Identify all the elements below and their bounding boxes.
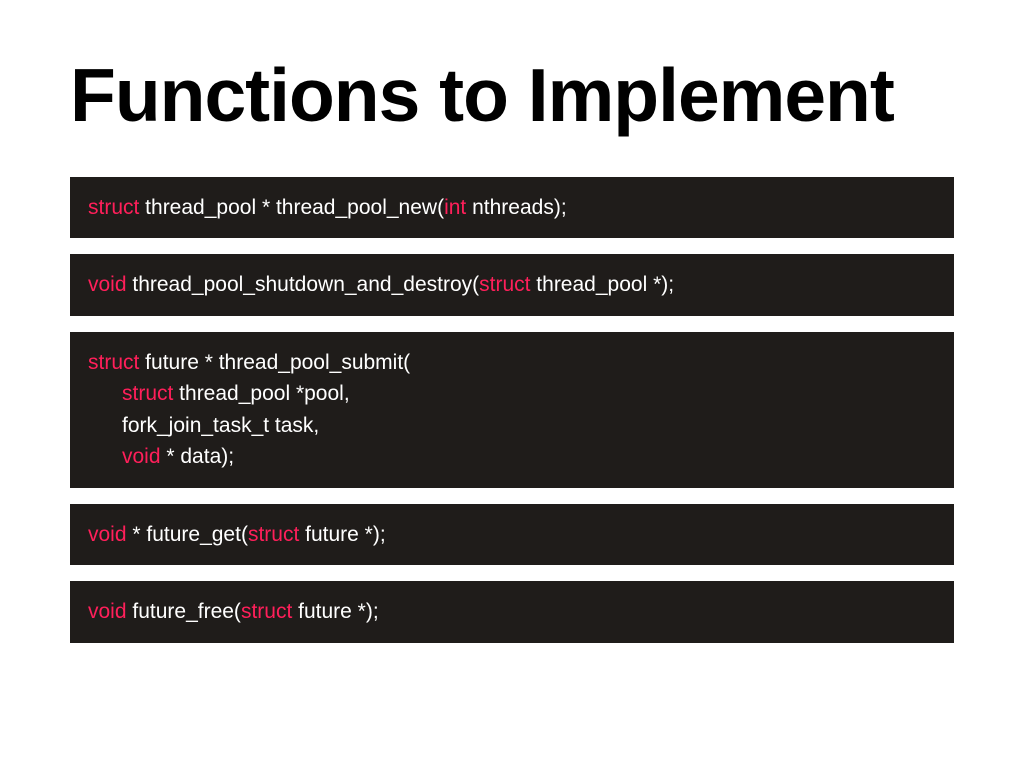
keyword-struct: struct (122, 382, 173, 405)
keyword-int: int (444, 196, 466, 219)
code-box-2: void thread_pool_shutdown_and_destroy(st… (70, 254, 954, 316)
code-text: future_free( (127, 600, 241, 623)
code-line: struct future * thread_pool_submit( (88, 347, 936, 379)
keyword-struct: struct (241, 600, 292, 623)
code-text: future * thread_pool_submit( (139, 351, 410, 374)
keyword-struct: struct (88, 351, 139, 374)
code-text: thread_pool *); (530, 273, 674, 296)
keyword-struct: struct (479, 273, 530, 296)
code-box-3: struct future * thread_pool_submit( stru… (70, 332, 954, 488)
code-box-5: void future_free(struct future *); (70, 581, 954, 643)
keyword-void: void (88, 600, 127, 623)
code-box-4: void * future_get(struct future *); (70, 504, 954, 566)
code-line: void thread_pool_shutdown_and_destroy(st… (88, 269, 936, 301)
code-box-1: struct thread_pool * thread_pool_new(int… (70, 177, 954, 239)
code-text: nthreads); (466, 196, 566, 219)
code-line: fork_join_task_t task, (88, 410, 936, 442)
code-line: struct thread_pool *pool, (88, 378, 936, 410)
keyword-struct: struct (88, 196, 139, 219)
code-text: * data); (161, 445, 235, 468)
code-text: thread_pool *pool, (173, 382, 349, 405)
keyword-struct: struct (248, 523, 299, 546)
code-text: future *); (292, 600, 378, 623)
code-line: void * data); (88, 441, 936, 473)
code-line: void * future_get(struct future *); (88, 519, 936, 551)
keyword-void: void (88, 523, 127, 546)
keyword-void: void (88, 273, 127, 296)
code-text: fork_join_task_t task, (122, 414, 319, 437)
slide: Functions to Implement struct thread_poo… (0, 0, 1024, 768)
code-text: thread_pool_shutdown_and_destroy( (127, 273, 480, 296)
keyword-void: void (122, 445, 161, 468)
code-text: * future_get( (127, 523, 248, 546)
code-line: void future_free(struct future *); (88, 596, 936, 628)
code-text: future *); (299, 523, 385, 546)
code-text: thread_pool * thread_pool_new( (139, 196, 444, 219)
code-line: struct thread_pool * thread_pool_new(int… (88, 192, 936, 224)
slide-title: Functions to Implement (70, 56, 954, 135)
